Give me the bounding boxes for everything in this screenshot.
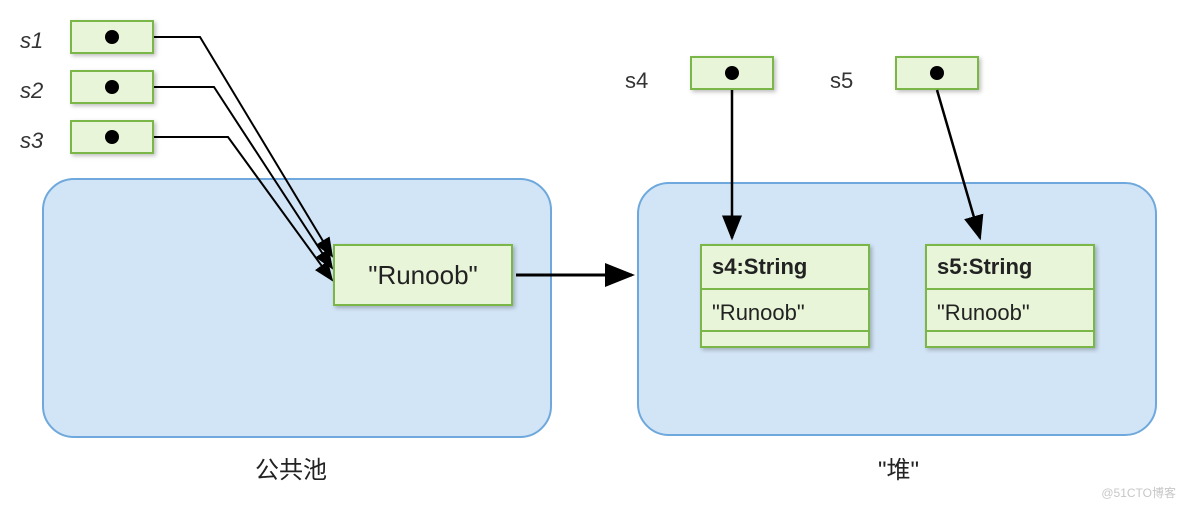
heap-object-s5: s5:String "Runoob" <box>925 244 1095 348</box>
dot-icon <box>105 30 119 44</box>
pool-caption: 公共池 <box>255 450 327 485</box>
ref-label-s3: s3 <box>20 128 43 154</box>
dot-icon <box>105 80 119 94</box>
diagram-root: s1 s2 s3 "Runoob" s4 s5 s4:String "Runoo… <box>0 0 1184 505</box>
heap-object-footer <box>927 332 1093 346</box>
heap-object-s4: s4:String "Runoob" <box>700 244 870 348</box>
ref-label-s2: s2 <box>20 78 43 104</box>
ref-box-s1 <box>70 20 154 54</box>
heap-object-header: s5:String <box>927 246 1093 290</box>
pool-container <box>42 178 552 438</box>
heap-object-value: "Runoob" <box>927 290 1093 332</box>
dot-icon <box>930 66 944 80</box>
ref-box-s4 <box>690 56 774 90</box>
heap-object-header: s4:String <box>702 246 868 290</box>
heap-object-footer <box>702 332 868 346</box>
ref-box-s3 <box>70 120 154 154</box>
dot-icon <box>105 130 119 144</box>
dot-icon <box>725 66 739 80</box>
ref-label-s1: s1 <box>20 28 43 54</box>
ref-box-s2 <box>70 70 154 104</box>
heap-object-value: "Runoob" <box>702 290 868 332</box>
ref-box-s5 <box>895 56 979 90</box>
ref-label-s4: s4 <box>625 68 648 94</box>
ref-label-s5: s5 <box>830 68 853 94</box>
string-literal-box: "Runoob" <box>333 244 513 306</box>
watermark-text: @51CTO博客 <box>1101 484 1176 501</box>
heap-caption: "堆" <box>878 450 919 485</box>
string-literal-text: "Runoob" <box>368 260 478 291</box>
